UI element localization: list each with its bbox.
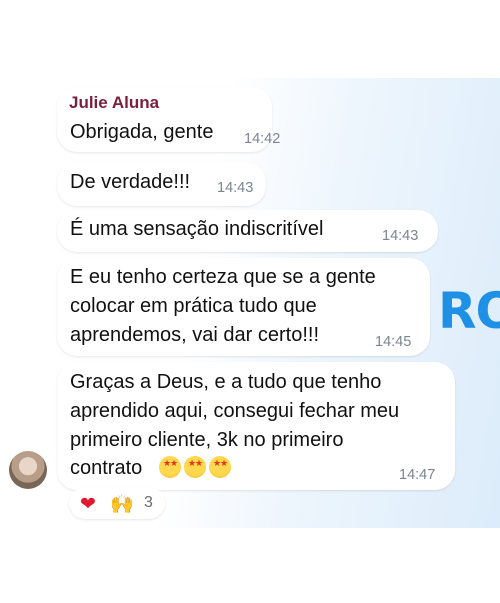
message-bubble[interactable]: Graças a Deus, e a tudo que tenho aprend…: [57, 362, 455, 490]
heart-reaction-icon: ❤: [80, 494, 96, 515]
reaction-count: 3: [144, 494, 153, 511]
message-bubble[interactable]: E eu tenho certeza que se a gente coloca…: [57, 258, 430, 356]
message-text: De verdade!!!: [70, 171, 191, 193]
avatar[interactable]: [9, 451, 47, 489]
message-text-line: Graças a Deus, e a tudo que tenho: [70, 371, 382, 393]
message-time: 14:47: [399, 467, 436, 483]
star-struck-face-icon: [159, 456, 181, 478]
sender-name: Julie Aluna: [69, 93, 160, 112]
message-time: 14:43: [217, 180, 254, 196]
message-bubble[interactable]: De verdade!!! 14:43: [57, 162, 266, 206]
message-time: 14:42: [244, 131, 281, 147]
message-text-line: contrato: [70, 457, 143, 479]
message-text-line: aprendemos, vai dar certo!!!: [70, 324, 320, 346]
message-time: 14:45: [375, 334, 412, 350]
message-text: É uma sensação indiscritível: [70, 218, 324, 240]
emoji-row: [159, 456, 234, 479]
star-struck-face-icon: [184, 456, 206, 478]
message-time: 14:43: [382, 228, 419, 244]
message-text-line: primeiro cliente, 3k no primeiro: [70, 429, 344, 451]
background-logo-watermark: RO: [438, 282, 500, 340]
raised-hands-reaction-icon: 🙌: [110, 494, 134, 515]
message-text-line: colocar em prática tudo que: [70, 295, 317, 317]
message-text: Obrigada, gente: [70, 121, 214, 143]
message-bubble[interactable]: É uma sensação indiscritível 14:43: [57, 210, 438, 252]
message-text-line: E eu tenho certeza que se a gente: [70, 266, 376, 288]
message-text-line: aprendido aqui, consegui fechar meu: [70, 400, 400, 422]
star-struck-face-icon: [209, 456, 231, 478]
reactions-bar[interactable]: ❤ 🙌 3: [69, 487, 165, 519]
